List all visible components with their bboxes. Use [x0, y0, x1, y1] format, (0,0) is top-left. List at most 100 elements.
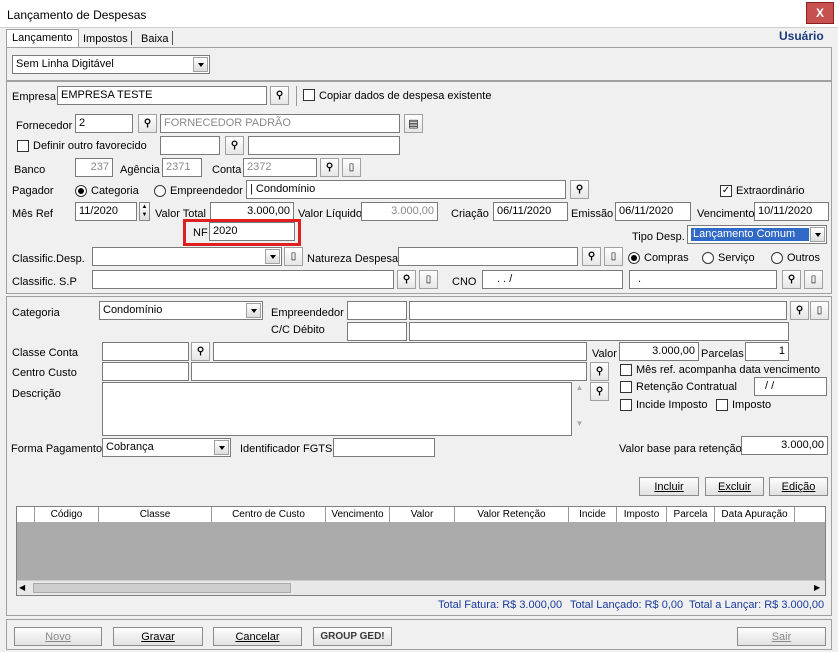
fornecedor-edit-button[interactable]: ▤ [404, 114, 423, 133]
conta-search-button[interactable]: ⚲ [320, 158, 339, 177]
cc-debito-name-input[interactable] [409, 322, 789, 341]
incluir-button[interactable]: Incluir [639, 477, 699, 496]
cc-debito-code-input[interactable] [347, 322, 407, 341]
classific-desp-new-button[interactable]: ▯ [284, 247, 303, 266]
close-button[interactable]: X [806, 2, 834, 24]
compras-radio[interactable] [628, 252, 640, 264]
cno-input-2[interactable]: . [629, 270, 777, 289]
edicao-button[interactable]: Edição [769, 477, 828, 496]
mesref-spinner[interactable]: ▲ ▼ [139, 202, 150, 221]
empreendedor-search-button[interactable]: ⚲ [790, 301, 809, 320]
emissao-input[interactable]: 06/11/2020 [615, 202, 691, 221]
cc-debito-label: C/C Débito [271, 324, 325, 336]
classe-conta-code-input[interactable] [102, 342, 189, 361]
conta-new-button[interactable]: ▯ [342, 158, 361, 177]
centro-custo-code-input[interactable] [102, 362, 189, 381]
classific-sp-search-button[interactable]: ⚲ [397, 270, 416, 289]
categoria-select[interactable]: Condomínio [99, 301, 263, 320]
pagador-categoria-radio[interactable] [75, 185, 87, 197]
classific-sp-new-button[interactable]: ▯ [419, 270, 438, 289]
favorecido-checkbox[interactable] [17, 140, 29, 152]
mes-ref-checkbox[interactable] [620, 364, 632, 376]
retencao-checkbox[interactable] [620, 381, 632, 393]
centro-custo-name-input[interactable] [191, 362, 587, 381]
binoculars-icon: ⚲ [143, 118, 152, 129]
fornecedor-code-input[interactable]: 2 [75, 114, 133, 133]
descricao-search-button[interactable]: ⚲ [590, 382, 609, 401]
empresa-input[interactable]: EMPRESA TESTE [57, 86, 267, 105]
pagador-empreendedor-radio[interactable] [154, 185, 166, 197]
outros-radio[interactable] [771, 252, 783, 264]
sair-button[interactable]: Sair [737, 627, 826, 646]
mesref-input[interactable]: 11/2020 [75, 202, 137, 221]
line-select[interactable]: Sem Linha Digitável [12, 55, 210, 74]
classific-desp-select[interactable] [92, 247, 282, 266]
favorecido-name-input[interactable] [248, 136, 400, 155]
tab-lancamento[interactable]: Lançamento [6, 29, 79, 47]
tipo-desp-select[interactable]: Lançamento Comum [687, 225, 827, 244]
grid-header-incide[interactable]: Incide [569, 507, 617, 522]
natureza-new-button[interactable]: ▯ [604, 247, 623, 266]
agencia-label: Agência [120, 164, 160, 176]
empreendedor-name-input[interactable] [409, 301, 787, 320]
scroll-thumb[interactable] [33, 583, 291, 593]
cno-input[interactable]: . . / [482, 270, 623, 289]
parcelas-input[interactable]: 1 [745, 342, 789, 361]
grid-header-valor[interactable]: Valor [390, 507, 455, 522]
grid-header-data-apuracao[interactable]: Data Apuração [715, 507, 795, 522]
grid-header-classe[interactable]: Classe [99, 507, 212, 522]
valor-input[interactable]: 3.000,00 [619, 342, 699, 361]
descricao-scrollbar[interactable]: ▲ ▼ [572, 382, 587, 436]
document-icon: ▯ [816, 305, 823, 316]
gravar-button[interactable]: Gravar [113, 627, 203, 646]
nf-input[interactable]: 2020 [209, 222, 295, 241]
classe-conta-search-button[interactable]: ⚲ [191, 342, 210, 361]
cno-new-button[interactable]: ▯ [804, 270, 823, 289]
fgts-input[interactable] [333, 438, 435, 457]
vencimento-label: Vencimento [697, 208, 755, 220]
grid-header-codigo[interactable]: Código [35, 507, 99, 522]
forma-pagamento-select[interactable]: Cobrança [102, 438, 231, 457]
grid-header-centro-custo[interactable]: Centro de Custo [212, 507, 326, 522]
scroll-right-icon[interactable]: ▶ [814, 583, 820, 592]
natureza-search-button[interactable]: ⚲ [582, 247, 601, 266]
servico-radio[interactable] [702, 252, 714, 264]
grid-header-valor-retencao[interactable]: Valor Retenção [455, 507, 569, 522]
centro-custo-search-button[interactable]: ⚲ [590, 362, 609, 381]
copiar-checkbox[interactable] [303, 89, 315, 101]
descricao-textarea[interactable] [102, 382, 572, 436]
excluir-button[interactable]: Excluir [705, 477, 764, 496]
classe-conta-label: Classe Conta [12, 347, 79, 359]
scroll-left-icon[interactable]: ◀ [19, 583, 25, 592]
imposto-checkbox[interactable] [716, 399, 728, 411]
group-ged-logo[interactable]: GROUP GED! [313, 627, 392, 646]
grid-header-parcela[interactable]: Parcela [667, 507, 715, 522]
novo-button[interactable]: Novo [14, 627, 102, 646]
extraordinario-checkbox[interactable]: ✓ [720, 185, 732, 197]
grid-hscrollbar[interactable]: ◀ ▶ [17, 580, 825, 595]
incide-imposto-checkbox[interactable] [620, 399, 632, 411]
criacao-input[interactable]: 06/11/2020 [493, 202, 568, 221]
pagador-search-button[interactable]: ⚲ [570, 180, 589, 199]
grid-header-imposto[interactable]: Imposto [617, 507, 667, 522]
classific-sp-input[interactable] [92, 270, 394, 289]
valor-base-input[interactable]: 3.000,00 [741, 436, 828, 455]
binoculars-icon: ⚲ [795, 305, 804, 316]
favorecido-code-input[interactable] [160, 136, 220, 155]
tab-baixa[interactable]: Baixa [141, 32, 169, 46]
classe-conta-name-input[interactable] [213, 342, 587, 361]
cancelar-button[interactable]: Cancelar [213, 627, 302, 646]
empresa-search-button[interactable]: ⚲ [270, 86, 289, 105]
empreendedor-new-button[interactable]: ▯ [810, 301, 829, 320]
fornecedor-search-button[interactable]: ⚲ [138, 114, 157, 133]
pagador-input[interactable]: | Condomínio [246, 180, 566, 199]
vencimento-input[interactable]: 10/11/2020 [754, 202, 829, 221]
tab-impostos[interactable]: Impostos [83, 32, 128, 46]
natureza-input[interactable] [398, 247, 578, 266]
cno-search-button[interactable]: ⚲ [782, 270, 801, 289]
empreendedor-code-input[interactable] [347, 301, 407, 320]
retencao-date-input[interactable]: / / [754, 377, 827, 396]
grid-header-vencimento[interactable]: Vencimento [326, 507, 390, 522]
binoculars-icon: ⚲ [402, 274, 411, 285]
favorecido-search-button[interactable]: ⚲ [225, 136, 244, 155]
